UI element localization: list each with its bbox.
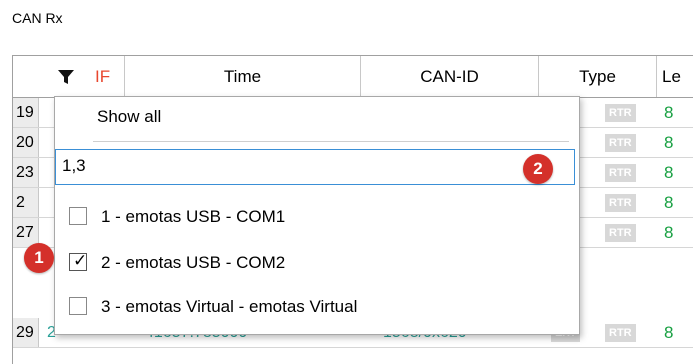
interface-option-1[interactable]: 1 - emotas USB - COM1 (55, 197, 575, 237)
rtr-badge: RTR (605, 164, 636, 182)
filter-search-input[interactable] (56, 150, 508, 182)
if-column-label: IF (95, 67, 111, 86)
table-header: IF Time CAN-ID Type Le (13, 56, 693, 98)
row-number: 19 (13, 98, 39, 127)
rtr-badge: RTR (605, 104, 636, 122)
interface-option-2[interactable]: ✓ 2 - emotas USB - COM2 (55, 243, 575, 283)
row-number: 23 (13, 158, 39, 187)
rtr-badge: RTR (605, 224, 636, 242)
row-number: 29 (13, 318, 39, 347)
checkbox[interactable] (69, 297, 87, 315)
rtr-badge: RTR (605, 134, 636, 152)
rtr-badge: RTR (605, 324, 636, 342)
interface-filter-dropdown: Show all 1 - emotas USB - COM1 ✓ 2 - emo… (54, 96, 580, 335)
interface-option-3[interactable]: 3 - emotas Virtual - emotas Virtual (55, 287, 575, 327)
length-cell: 8 (664, 193, 674, 212)
option-label: 3 - emotas Virtual - emotas Virtual (101, 297, 358, 316)
checkbox[interactable]: ✓ (69, 251, 88, 271)
check-mark-icon: ✓ (73, 251, 88, 270)
length-cell: 8 (664, 163, 674, 182)
length-cell: 8 (664, 323, 674, 342)
filter-icon[interactable] (57, 68, 75, 86)
row-number: 20 (13, 128, 39, 157)
show-all-option[interactable]: Show all (97, 107, 161, 127)
rtr-badge: RTR (605, 194, 636, 212)
length-cell: 8 (664, 223, 674, 242)
checkbox[interactable] (69, 207, 87, 225)
if-column-header[interactable]: IF (13, 56, 125, 97)
divider (93, 141, 569, 142)
type-column-header[interactable]: Type (539, 56, 657, 97)
option-label: 2 - emotas USB - COM2 (101, 253, 286, 272)
option-label: 1 - emotas USB - COM1 (101, 207, 286, 226)
section-title: CAN Rx (12, 10, 63, 26)
annotation-marker-1: 1 (24, 243, 54, 273)
annotation-marker-2: 2 (523, 154, 553, 184)
length-column-header[interactable]: Le (657, 56, 693, 97)
time-column-header[interactable]: Time (125, 56, 361, 97)
can-id-column-header[interactable]: CAN-ID (361, 56, 539, 97)
filter-search-field[interactable] (55, 149, 575, 185)
length-cell: 8 (664, 103, 674, 122)
row-number: 2 (13, 188, 39, 217)
length-cell: 8 (664, 133, 674, 152)
